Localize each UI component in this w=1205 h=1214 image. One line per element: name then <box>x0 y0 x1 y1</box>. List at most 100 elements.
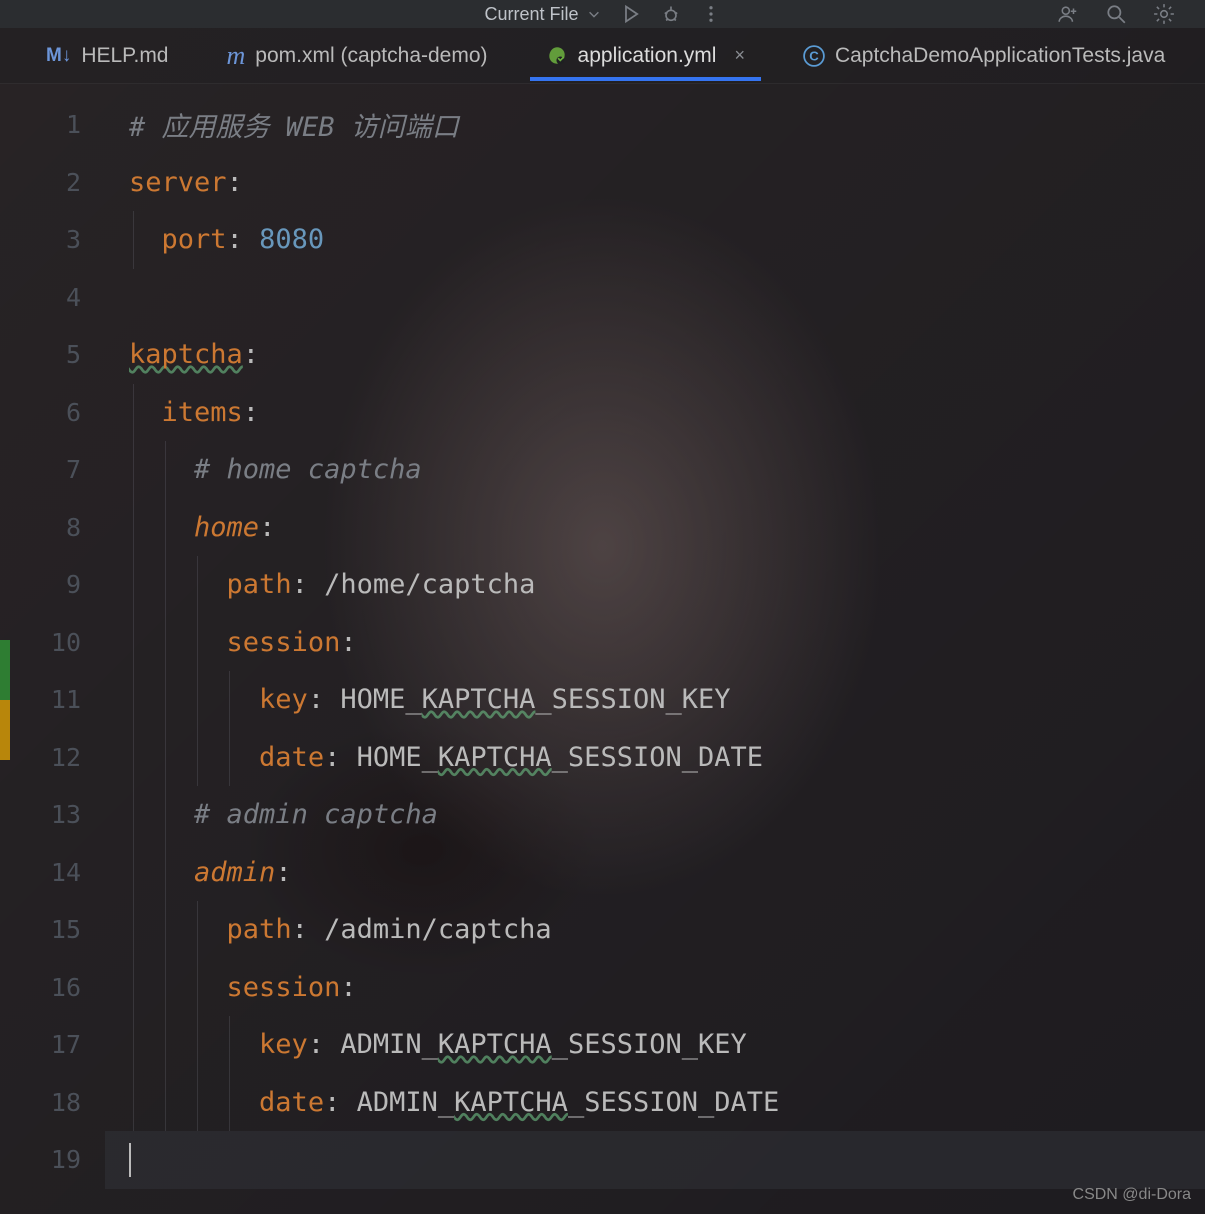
code-line[interactable]: # admin captcha <box>105 786 1205 844</box>
token-colon: : <box>243 397 259 428</box>
code-line[interactable]: path: /admin/captcha <box>105 901 1205 959</box>
token-number: 8080 <box>259 224 324 255</box>
token-comment: # 应用服务 WEB 访问端口 <box>129 105 459 144</box>
tab-label: CaptchaDemoApplicationTests.java <box>835 44 1165 68</box>
token-key: session <box>227 972 341 1003</box>
line-number: 3 <box>0 211 105 269</box>
token-key: kaptcha <box>129 339 243 370</box>
line-number: 16 <box>0 959 105 1017</box>
editor-tabs: M↓ HELP.md m pom.xml (captcha-demo) applicat… <box>0 28 1205 84</box>
add-user-icon[interactable] <box>1057 3 1079 25</box>
token-key: date <box>259 1087 324 1118</box>
token-key: items <box>162 397 243 428</box>
token-colon: : <box>340 627 356 658</box>
token-comment: # admin captcha <box>194 799 438 830</box>
line-number: 10 <box>0 614 105 672</box>
tab-label: application.yml <box>578 44 717 68</box>
code-line[interactable]: # 应用服务 WEB 访问端口 <box>105 96 1205 154</box>
tab-pom[interactable]: m pom.xml (captcha-demo) <box>223 29 492 83</box>
token-key: path <box>227 914 292 945</box>
code-line[interactable] <box>105 1131 1205 1189</box>
maven-icon: m <box>227 41 246 71</box>
chevron-down-icon <box>587 7 601 21</box>
token-key: home <box>194 512 259 543</box>
code-line[interactable] <box>105 269 1205 327</box>
token-value: HOME_KAPTCHA_SESSION_KEY <box>340 684 730 715</box>
tab-help[interactable]: M↓ HELP.md <box>42 32 173 80</box>
line-number: 17 <box>0 1016 105 1074</box>
code-line[interactable]: session: <box>105 614 1205 672</box>
search-icon[interactable] <box>1105 3 1127 25</box>
token-value: ADMIN_KAPTCHA_SESSION_DATE <box>357 1087 780 1118</box>
code-line[interactable]: # home captcha <box>105 441 1205 499</box>
token-key: date <box>259 742 324 773</box>
code-line[interactable]: key: ADMIN_KAPTCHA_SESSION_KEY <box>105 1016 1205 1074</box>
token-colon: : <box>324 1087 357 1118</box>
tab-application[interactable]: application.yml × <box>542 32 749 80</box>
token-value: /admin/captcha <box>324 914 552 945</box>
token-key: session <box>227 627 341 658</box>
line-number: 15 <box>0 901 105 959</box>
code-line[interactable]: items: <box>105 384 1205 442</box>
line-number: 6 <box>0 384 105 442</box>
token-value: ADMIN_KAPTCHA_SESSION_KEY <box>340 1029 746 1060</box>
code-line[interactable]: port: 8080 <box>105 211 1205 269</box>
token-value: HOME_KAPTCHA_SESSION_DATE <box>357 742 763 773</box>
editor-area[interactable]: 12345678910111213141516171819 # 应用服务 WEB… <box>0 84 1205 1214</box>
code-line[interactable]: server: <box>105 154 1205 212</box>
spring-icon <box>546 45 568 67</box>
watermark: CSDN @di-Dora <box>1073 1186 1191 1204</box>
tab-label: pom.xml (captcha-demo) <box>255 44 487 68</box>
code-line[interactable]: date: ADMIN_KAPTCHA_SESSION_DATE <box>105 1074 1205 1132</box>
run-icon[interactable] <box>621 4 641 24</box>
token-value: /home/captcha <box>324 569 535 600</box>
line-number: 1 <box>0 96 105 154</box>
token-key: server <box>129 167 227 198</box>
line-number: 12 <box>0 729 105 787</box>
settings-icon[interactable] <box>1153 3 1175 25</box>
token-key: key <box>259 1029 308 1060</box>
java-class-icon: C <box>803 45 825 67</box>
code-line[interactable]: home: <box>105 499 1205 557</box>
token-colon: : <box>308 1029 341 1060</box>
code-line[interactable]: path: /home/captcha <box>105 556 1205 614</box>
line-number: 2 <box>0 154 105 212</box>
token-key: key <box>259 684 308 715</box>
tab-label: HELP.md <box>81 44 168 68</box>
markdown-icon: M↓ <box>46 45 71 67</box>
line-number: 5 <box>0 326 105 384</box>
token-colon: : <box>227 167 243 198</box>
token-colon: : <box>308 684 341 715</box>
gutter-marker-amber <box>0 700 10 760</box>
line-number: 14 <box>0 844 105 902</box>
tab-captchademoapplicationtests[interactable]: C CaptchaDemoApplicationTests.java <box>799 32 1169 80</box>
run-config-selector[interactable]: Current File <box>484 4 600 25</box>
line-number: 9 <box>0 556 105 614</box>
line-gutter: 12345678910111213141516171819 <box>0 84 105 1214</box>
token-key: path <box>227 569 292 600</box>
line-number: 4 <box>0 269 105 327</box>
line-number: 8 <box>0 499 105 557</box>
code-line[interactable]: date: HOME_KAPTCHA_SESSION_DATE <box>105 729 1205 787</box>
token-colon: : <box>340 972 356 1003</box>
run-config-label: Current File <box>484 4 578 25</box>
code-line[interactable]: key: HOME_KAPTCHA_SESSION_KEY <box>105 671 1205 729</box>
gutter-marker-green <box>0 640 10 700</box>
code-line[interactable]: admin: <box>105 844 1205 902</box>
token-colon: : <box>275 857 291 888</box>
line-number: 7 <box>0 441 105 499</box>
token-comment: # home captcha <box>194 454 422 485</box>
debug-icon[interactable] <box>661 4 681 24</box>
svg-text:C: C <box>809 48 819 63</box>
token-key: port <box>162 224 227 255</box>
token-colon: : <box>259 512 275 543</box>
line-number: 19 <box>0 1131 105 1189</box>
close-icon[interactable]: × <box>734 45 745 66</box>
code-line[interactable]: session: <box>105 959 1205 1017</box>
token-colon: : <box>227 224 260 255</box>
token-key: admin <box>194 857 275 888</box>
token-colon: : <box>292 914 325 945</box>
code-content[interactable]: # 应用服务 WEB 访问端口 server: port: 8080 kaptcha… <box>105 84 1205 1214</box>
more-icon[interactable] <box>701 4 721 24</box>
code-line[interactable]: kaptcha: <box>105 326 1205 384</box>
